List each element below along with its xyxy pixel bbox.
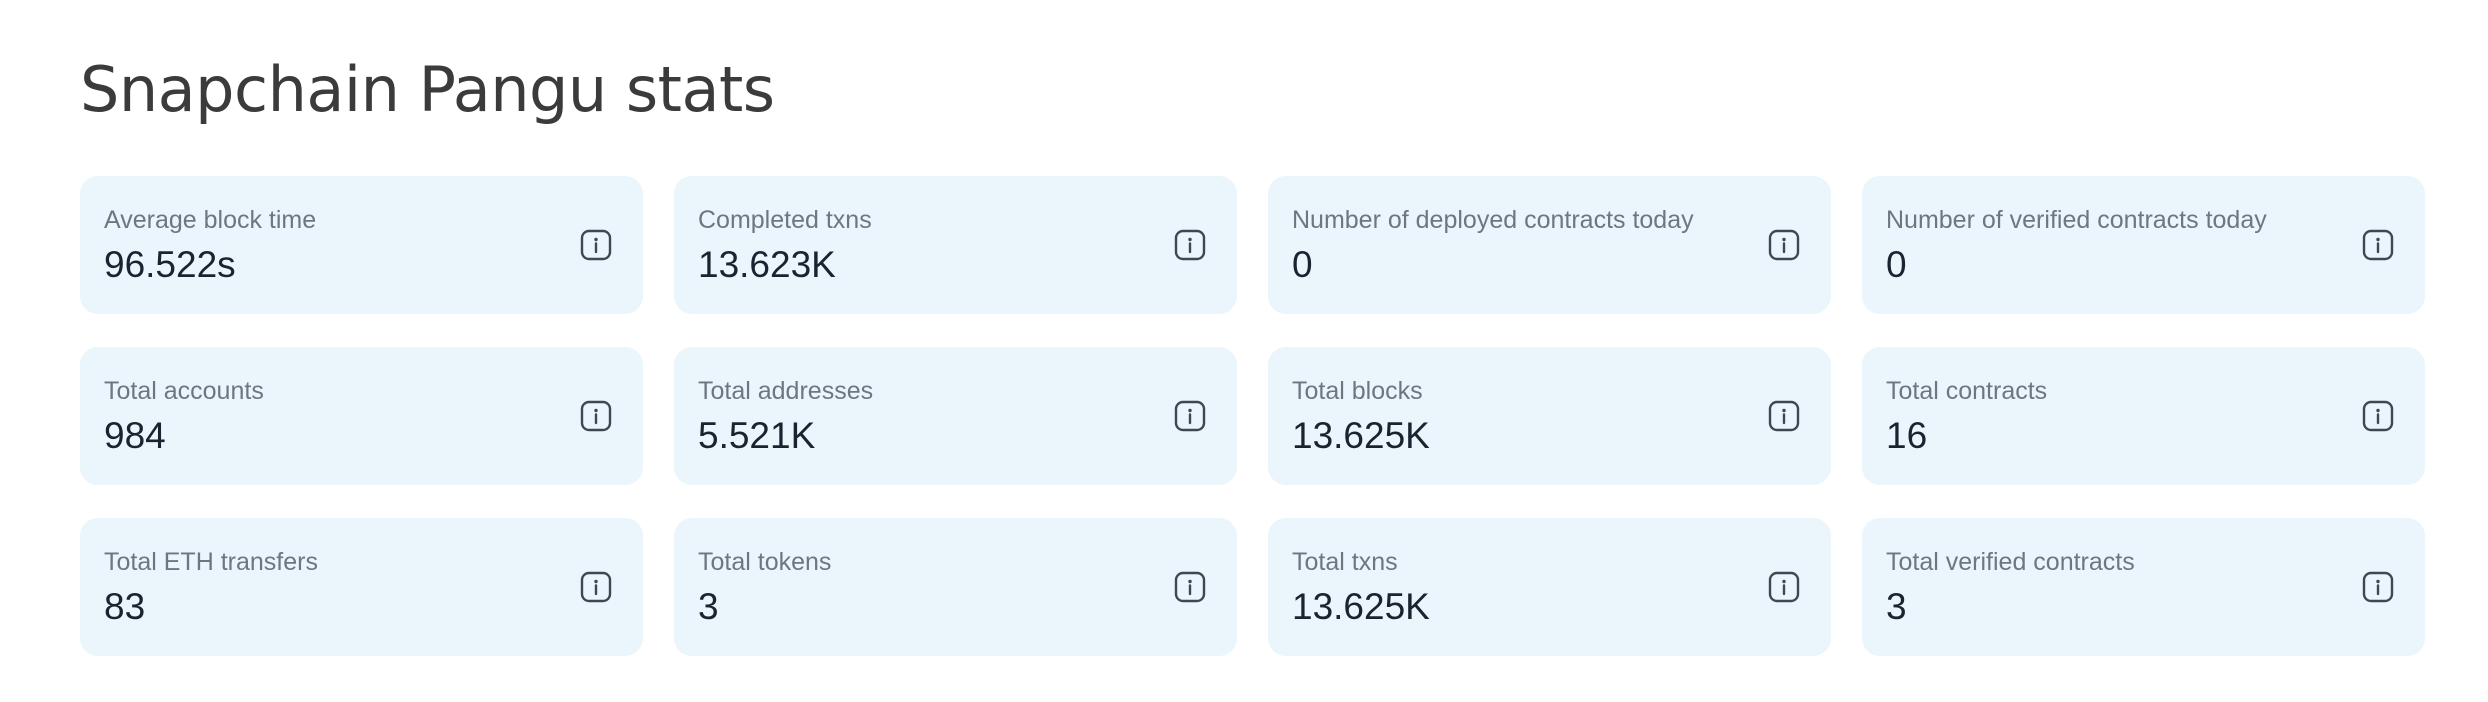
stats-page: Snapchain Pangu stats Average block time…: [0, 0, 2488, 702]
info-icon[interactable]: [579, 570, 613, 604]
stat-card-verified-contracts-today: Number of verified contracts today 0: [1862, 176, 2425, 314]
stat-value: 13.623K: [698, 244, 836, 285]
stat-label: Total contracts: [1886, 377, 2048, 405]
stat-card-average-block-time: Average block time 96.522s: [80, 176, 643, 314]
stat-label: Total blocks: [1292, 377, 1423, 405]
stat-value: 16: [1886, 415, 1928, 456]
stat-card-total-tokens: Total tokens 3: [674, 518, 1237, 656]
stat-card-total-addresses: Total addresses 5.521K: [674, 347, 1237, 485]
stat-card-total-contracts: Total contracts 16: [1862, 347, 2425, 485]
stat-label: Number of verified contracts today: [1886, 206, 2267, 234]
info-icon[interactable]: [1173, 228, 1207, 262]
stat-card-total-blocks: Total blocks 13.625K: [1268, 347, 1831, 485]
stat-value: 83: [104, 586, 146, 627]
stat-label: Number of deployed contracts today: [1292, 206, 1694, 234]
info-icon[interactable]: [1767, 228, 1801, 262]
stat-card-total-eth-transfers: Total ETH transfers 83: [80, 518, 643, 656]
info-icon[interactable]: [579, 399, 613, 433]
info-icon[interactable]: [1767, 399, 1801, 433]
stat-card-total-verified-contracts: Total verified contracts 3: [1862, 518, 2425, 656]
stat-card-deployed-contracts-today: Number of deployed contracts today 0: [1268, 176, 1831, 314]
info-icon[interactable]: [2361, 570, 2395, 604]
info-icon[interactable]: [1173, 399, 1207, 433]
info-icon[interactable]: [1173, 570, 1207, 604]
stats-grid: Average block time 96.522s Completed txn…: [80, 176, 2426, 656]
stat-label: Total accounts: [104, 377, 264, 405]
info-icon[interactable]: [1767, 570, 1801, 604]
stat-label: Total verified contracts: [1886, 548, 2135, 576]
stat-label: Total txns: [1292, 548, 1398, 576]
stat-card-completed-txns: Completed txns 13.623K: [674, 176, 1237, 314]
stat-value: 0: [1292, 244, 1313, 285]
info-icon[interactable]: [579, 228, 613, 262]
stat-card-total-accounts: Total accounts 984: [80, 347, 643, 485]
stat-label: Total ETH transfers: [104, 548, 318, 576]
stat-value: 0: [1886, 244, 1907, 285]
stat-value: 984: [104, 415, 166, 456]
stat-label: Completed txns: [698, 206, 872, 234]
stat-card-total-txns: Total txns 13.625K: [1268, 518, 1831, 656]
stat-value: 3: [1886, 586, 1907, 627]
stat-label: Total addresses: [698, 377, 874, 405]
info-icon[interactable]: [2361, 399, 2395, 433]
stat-label: Average block time: [104, 206, 317, 234]
stat-value: 13.625K: [1292, 415, 1430, 456]
page-title: Snapchain Pangu stats: [80, 53, 775, 126]
stat-value: 96.522s: [104, 244, 236, 285]
stat-value: 5.521K: [698, 415, 816, 456]
stat-label: Total tokens: [698, 548, 832, 576]
info-icon[interactable]: [2361, 228, 2395, 262]
stat-value: 13.625K: [1292, 586, 1430, 627]
stat-value: 3: [698, 586, 719, 627]
